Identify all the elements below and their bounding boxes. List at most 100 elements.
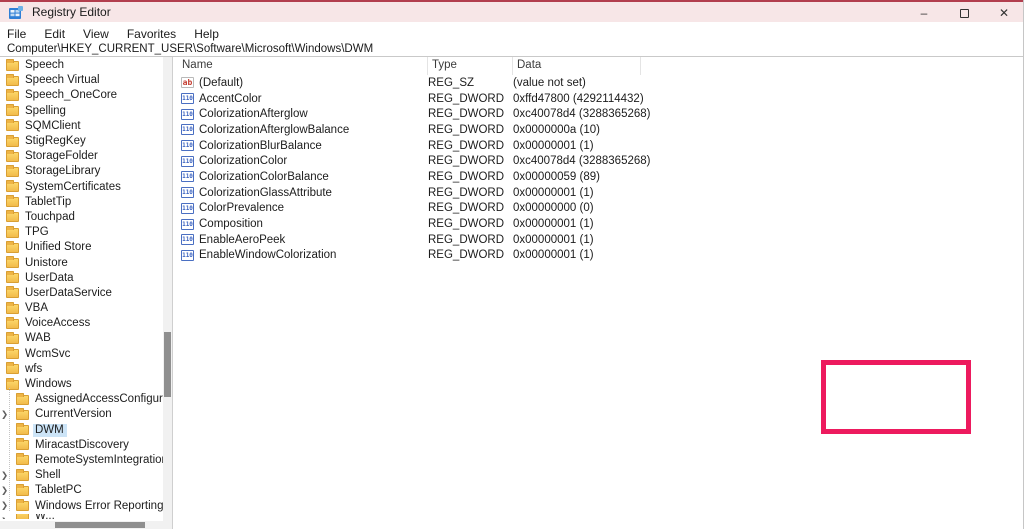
chevron-right-icon[interactable]: ❯ (1, 486, 9, 495)
menu-item-file[interactable]: File (0, 25, 35, 43)
tree-item-spelling[interactable]: Spelling (0, 104, 163, 119)
menu-item-view[interactable]: View (74, 25, 118, 43)
value-row[interactable]: 110ColorizationAfterglowREG_DWORD0xc4007… (178, 106, 1024, 122)
tree-item-storagefolder[interactable]: StorageFolder (0, 149, 163, 164)
close-button[interactable]: ✕ (984, 3, 1024, 23)
value-row[interactable]: 110ColorPrevalenceREG_DWORD0x00000000 (0… (178, 201, 1024, 217)
folder-icon (6, 334, 19, 344)
address-bar[interactable]: Computer\HKEY_CURRENT_USER\Software\Micr… (0, 42, 1024, 57)
chevron-right-icon[interactable]: ❯ (1, 501, 9, 510)
list-header-row: NameTypeData (178, 57, 1024, 75)
menu-item-edit[interactable]: Edit (35, 25, 74, 43)
value-type: REG_DWORD (428, 93, 513, 105)
value-row[interactable]: 110AccentColorREG_DWORD0xffd47800 (42921… (178, 91, 1024, 107)
folder-icon (6, 167, 19, 177)
value-data: 0x00000001 (1) (513, 187, 1024, 199)
value-row[interactable]: 110ColorizationBlurBalanceREG_DWORD0x000… (178, 138, 1024, 154)
tree-item-userdataservice[interactable]: UserDataService (0, 286, 163, 301)
tree-item-windows[interactable]: Windows (0, 377, 163, 392)
tree-item-label: VoiceAccess (23, 317, 93, 330)
value-type: REG_DWORD (428, 124, 513, 136)
registry-tree: SpeechSpeech VirtualSpeech_OneCore Spelli… (0, 58, 163, 519)
folder-icon (6, 319, 19, 329)
title-bar: Registry Editor – ✕ (0, 0, 1024, 22)
tree-item-label: CurrentVersion (33, 408, 115, 421)
tree-item-label: W... (33, 514, 58, 519)
tree-item-sqmclient[interactable]: SQMClient (0, 119, 163, 134)
tree-item-userdata[interactable]: UserData (0, 271, 163, 286)
chevron-right-icon[interactable]: ❯ (1, 517, 9, 519)
chevron-right-icon[interactable]: ❯ (1, 410, 9, 419)
value-row[interactable]: 110ColorizationAfterglowBalanceREG_DWORD… (178, 122, 1024, 138)
tree-item-label: Speech_OneCore (23, 89, 120, 102)
column-header-data[interactable]: Data (513, 57, 641, 75)
value-name-cell: 110ColorPrevalence (178, 202, 428, 214)
column-header-type[interactable]: Type (428, 57, 513, 75)
tree-item-storagelibrary[interactable]: StorageLibrary (0, 164, 163, 179)
tree-item-wfs[interactable]: wfs (0, 362, 163, 377)
value-name-cell: ab(Default) (178, 77, 428, 89)
tree-vertical-scrollbar (163, 57, 172, 529)
value-row[interactable]: 110EnableWindowColorizationREG_DWORD0x00… (178, 248, 1024, 264)
reg-dword-icon: 110 (181, 93, 194, 104)
tree-item-label: UserData (23, 272, 77, 285)
tree-item-systemcertificates[interactable]: SystemCertificates (0, 180, 163, 195)
vertical-scrollbar-thumb[interactable] (164, 332, 171, 397)
folder-icon (6, 182, 19, 192)
tree-item-miracastdiscovery[interactable]: MiracastDiscovery (0, 438, 163, 453)
reg-dword-icon: 110 (181, 140, 194, 151)
tree-item-label: WAB (23, 332, 54, 345)
tree-item-tablettip[interactable]: TabletTip (0, 195, 163, 210)
tree-item-unified-store[interactable]: Unified Store (0, 240, 163, 255)
tree-item-voiceaccess[interactable]: VoiceAccess (0, 316, 163, 331)
tree-item-wab[interactable]: WAB (0, 331, 163, 346)
folder-icon (6, 61, 19, 71)
menu-item-favorites[interactable]: Favorites (118, 25, 185, 43)
menu-item-help[interactable]: Help (185, 25, 228, 43)
column-header-name[interactable]: Name (178, 57, 428, 75)
tree-item-touchpad[interactable]: Touchpad (0, 210, 163, 225)
value-type: REG_DWORD (428, 249, 513, 261)
tree-item-stigregkey[interactable]: StigRegKey (0, 134, 163, 149)
tree-horizontal-scrollbar (0, 521, 163, 529)
tree-item-dwm[interactable]: DWM (0, 423, 163, 438)
folder-icon (6, 258, 19, 268)
horizontal-scrollbar-thumb[interactable] (55, 522, 145, 528)
tree-item-currentversion[interactable]: ❯ CurrentVersion (0, 407, 163, 422)
tree-item-speech-onecore[interactable]: Speech_OneCore (0, 88, 163, 103)
maximize-button[interactable] (944, 3, 984, 23)
tree-item-tabletpc[interactable]: ❯ TabletPC (0, 483, 163, 498)
tree-item-speech-virtual[interactable]: Speech Virtual (0, 73, 163, 88)
folder-icon (16, 425, 29, 435)
value-data: 0x00000000 (0) (513, 202, 1024, 214)
tree-item-label: Windows Error Reporting (33, 500, 166, 513)
folder-icon (16, 395, 29, 405)
address-path: Computer\HKEY_CURRENT_USER\Software\Micr… (0, 43, 373, 55)
tree-item-label: TPG (23, 226, 52, 239)
main-area: SpeechSpeech VirtualSpeech_OneCore Spelli… (0, 57, 1024, 529)
value-row[interactable]: 110ColorizationGlassAttributeREG_DWORD0x… (178, 185, 1024, 201)
value-row[interactable]: ab(Default)REG_SZ(value not set) (178, 75, 1024, 91)
tree-item-windows-error-reporting[interactable]: ❯ Windows Error Reporting (0, 498, 163, 513)
value-row[interactable]: 110CompositionREG_DWORD0x00000001 (1) (178, 216, 1024, 232)
tree-item-speech[interactable]: Speech (0, 58, 163, 73)
tree-item-tpg[interactable]: TPG (0, 225, 163, 240)
tree-item-label: StorageFolder (23, 150, 101, 163)
tree-item-label: TabletPC (33, 484, 85, 497)
tree-item-wcmsvc[interactable]: WcmSvc (0, 347, 163, 362)
tree-item-label: Windows (23, 378, 75, 391)
value-row[interactable]: 110ColorizationColorBalanceREG_DWORD0x00… (178, 169, 1024, 185)
chevron-right-icon[interactable]: ❯ (1, 471, 9, 480)
tree-item-unistore[interactable]: Unistore (0, 255, 163, 270)
value-row[interactable]: 110EnableAeroPeekREG_DWORD0x00000001 (1) (178, 232, 1024, 248)
folder-icon (6, 288, 19, 298)
tree-item-remotesystemintegration[interactable]: RemoteSystemIntegration (0, 453, 163, 468)
minimize-button[interactable]: – (904, 3, 944, 23)
tree-item-shell[interactable]: ❯Shell (0, 468, 163, 483)
tree-item-vba[interactable]: VBA (0, 301, 163, 316)
value-row[interactable]: 110ColorizationColorREG_DWORD0xc40078d4 … (178, 153, 1024, 169)
value-name-cell: 110ColorizationAfterglow (178, 108, 428, 120)
tree-item-w-[interactable]: ❯ W... (0, 514, 163, 519)
tree-item-assignedaccessconfiguration[interactable]: AssignedAccessConfiguration (0, 392, 163, 407)
value-data: 0x00000001 (1) (513, 234, 1024, 246)
